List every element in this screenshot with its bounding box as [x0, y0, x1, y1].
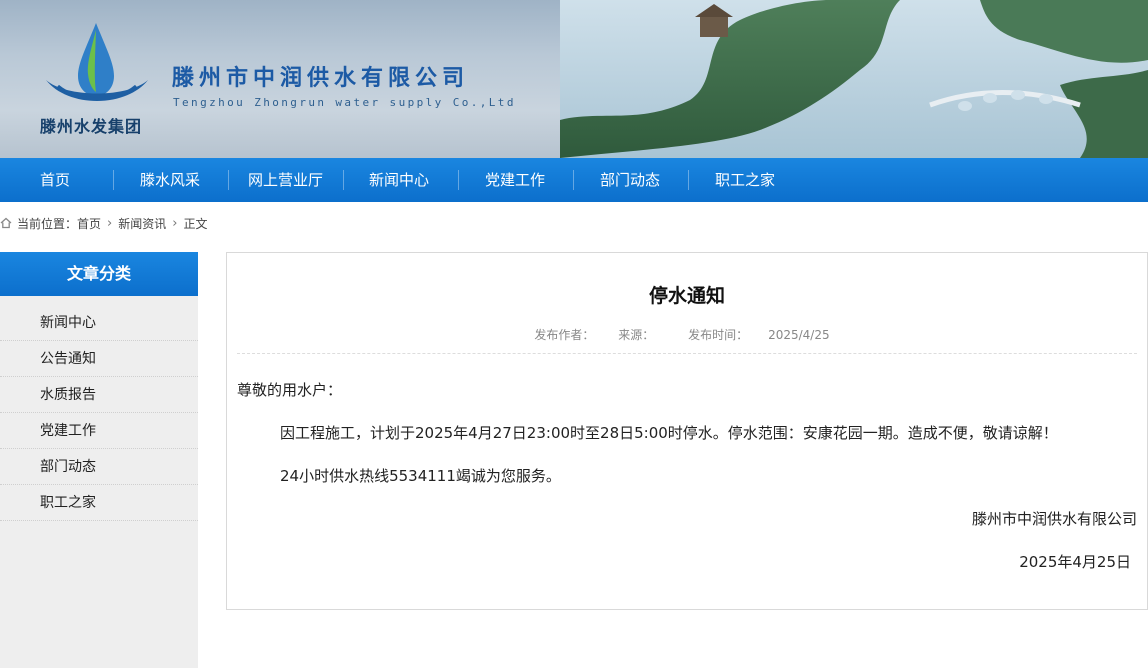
sidebar-item-party[interactable]: 党建工作 — [0, 413, 198, 449]
nav-divider — [458, 170, 459, 190]
meta-time: 发布时间： 2025/4/25 — [678, 328, 840, 342]
sidebar-item-staff[interactable]: 职工之家 — [0, 485, 198, 521]
water-drop-logo-icon — [46, 23, 148, 101]
sidebar-item-notices[interactable]: 公告通知 — [0, 341, 198, 377]
article-title: 停水通知 — [648, 285, 725, 307]
nav-item-style[interactable]: 滕水风采 — [140, 158, 200, 202]
nav-item-online-hall[interactable]: 网上营业厅 — [248, 158, 323, 202]
breadcrumb-home[interactable]: 首页 — [77, 215, 101, 232]
main-nav: 首页 滕水风采 网上营业厅 新闻中心 党建工作 部门动态 职工之家 — [0, 158, 1148, 202]
sidebar-item-water-quality[interactable]: 水质报告 — [0, 377, 198, 413]
logo-text: 滕州水发集团 — [40, 117, 143, 136]
article-signature-date: 2025年4月25日 — [1019, 553, 1131, 571]
category-sidebar: 文章分类 新闻中心 公告通知 水质报告 党建工作 部门动态 职工之家 — [0, 252, 198, 668]
sidebar-list: 新闻中心 公告通知 水质报告 党建工作 部门动态 职工之家 — [0, 296, 198, 521]
company-name-cn: 滕州市中润供水有限公司 — [172, 66, 470, 91]
sidebar-item-news[interactable]: 新闻中心 — [0, 305, 198, 341]
nav-divider — [113, 170, 114, 190]
sidebar-item-departments[interactable]: 部门动态 — [0, 449, 198, 485]
site-banner: 滕州水发集团 滕州市中润供水有限公司 Tengzhou Zhongrun wat… — [0, 0, 1148, 158]
nav-item-home[interactable]: 首页 — [40, 158, 70, 202]
meta-author-label: 发布作者： — [534, 328, 595, 342]
nav-item-news[interactable]: 新闻中心 — [369, 158, 429, 202]
article-meta: 发布作者： 来源： 发布时间： 2025/4/25 — [227, 326, 1147, 343]
article-panel: 停水通知 发布作者： 来源： 发布时间： 2025/4/25 尊敬的用水户： 因工… — [226, 252, 1148, 610]
sidebar-title: 文章分类 — [0, 252, 198, 296]
nav-divider — [343, 170, 344, 190]
article-divider — [237, 353, 1137, 354]
chevron-right-icon: › — [107, 215, 113, 231]
nav-item-departments[interactable]: 部门动态 — [600, 158, 660, 202]
nav-divider — [688, 170, 689, 190]
article-paragraph: 24小时供水热线5534111竭诚为您服务。 — [280, 467, 561, 485]
breadcrumb: 当前位置： 首页 › 新闻资讯 › 正文 — [0, 214, 207, 232]
nav-divider — [228, 170, 229, 190]
breadcrumb-prefix: 当前位置： — [17, 216, 78, 231]
article-signature-company: 滕州市中润供水有限公司 — [971, 510, 1137, 528]
meta-time-value: 2025/4/25 — [768, 328, 830, 342]
breadcrumb-current: 正文 — [183, 216, 208, 231]
article-paragraph: 因工程施工，计划于2025年4月27日23:00时至28日5:00时停水。停水范… — [280, 424, 1058, 442]
nav-item-party[interactable]: 党建工作 — [485, 158, 545, 202]
article-greeting: 尊敬的用水户： — [237, 381, 343, 399]
meta-source-label: 来源： — [618, 328, 655, 342]
meta-time-label: 发布时间： — [688, 328, 749, 342]
nav-item-staff[interactable]: 职工之家 — [715, 158, 775, 202]
company-name-en: Tengzhou Zhongrun water supply Co.,Ltd — [173, 96, 516, 109]
nav-divider — [573, 170, 574, 190]
chevron-right-icon: › — [172, 215, 178, 231]
home-icon — [0, 217, 12, 229]
breadcrumb-news[interactable]: 新闻资讯 — [118, 215, 166, 232]
